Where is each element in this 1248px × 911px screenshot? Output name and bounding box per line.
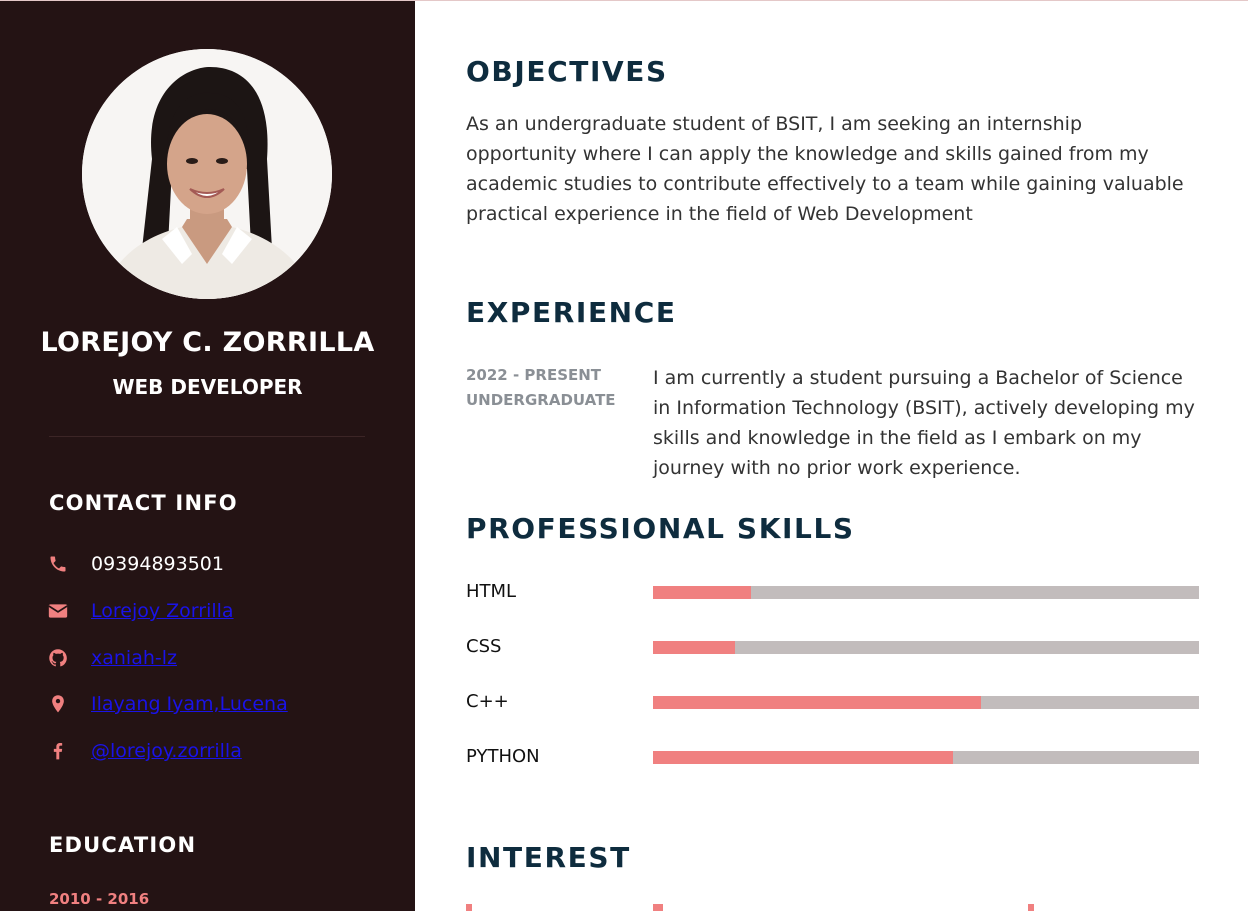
skill-row: HTML <box>466 581 1199 605</box>
interest-icon <box>466 904 472 911</box>
skill-name: PYTHON <box>466 746 540 767</box>
contact-item-github: xaniah-lz <box>46 645 177 671</box>
objectives-heading: OBJECTIVES <box>466 55 668 88</box>
education-year: 2010 - 2016 <box>49 890 150 908</box>
profile-photo <box>82 49 332 299</box>
profile-name: LOREJOY C. ZORRILLA <box>40 327 375 358</box>
skill-name: HTML <box>466 581 517 602</box>
skill-fill <box>653 751 954 764</box>
interest-icon <box>653 904 663 911</box>
contact-item-facebook: @lorejoy.zorrilla <box>46 738 242 764</box>
contact-item-phone: 09394893501 <box>46 551 224 577</box>
main-content: OBJECTIVES As an undergraduate student o… <box>415 1 1248 911</box>
skill-row: PYTHON <box>466 746 1199 770</box>
skill-bar <box>653 696 1199 709</box>
skill-bar <box>653 751 1199 764</box>
github-link[interactable]: xaniah-lz <box>91 647 177 669</box>
skill-fill <box>653 696 981 709</box>
interest-heading: INTEREST <box>466 841 631 874</box>
sidebar: LOREJOY C. ZORRILLA WEB DEVELOPER CONTAC… <box>0 1 415 911</box>
phone-number: 09394893501 <box>91 553 224 575</box>
skill-row: C++ <box>466 691 1199 715</box>
profile-title: WEB DEVELOPER <box>112 375 303 399</box>
skill-row: CSS <box>466 636 1199 660</box>
contact-item-email: Lorejoy Zorrilla <box>46 598 234 624</box>
skill-fill <box>653 586 752 599</box>
facebook-link[interactable]: @lorejoy.zorrilla <box>91 740 242 762</box>
sidebar-divider <box>49 436 365 437</box>
experience-role: UNDERGRADUATE <box>466 391 616 409</box>
skill-bar <box>653 641 1199 654</box>
experience-text: I am currently a student pursuing a Bach… <box>653 367 1195 479</box>
experience-heading: EXPERIENCE <box>466 296 677 329</box>
email-link[interactable]: Lorejoy Zorrilla <box>91 600 234 622</box>
contact-info-heading: CONTACT INFO <box>49 491 238 515</box>
skill-fill <box>653 641 735 654</box>
resume-page: LOREJOY C. ZORRILLA WEB DEVELOPER CONTAC… <box>0 0 1248 911</box>
facebook-icon <box>46 739 70 763</box>
skills-heading: PROFESSIONAL SKILLS <box>466 512 855 545</box>
skill-name: CSS <box>466 636 502 657</box>
skill-name: C++ <box>466 691 509 712</box>
skill-bar <box>653 586 1199 599</box>
experience-meta: 2022 - PRESENT UNDERGRADUATE <box>466 363 616 413</box>
phone-icon <box>46 552 70 576</box>
education-heading: EDUCATION <box>49 833 197 857</box>
contact-item-location: Ilayang Iyam,Lucena <box>46 691 288 717</box>
experience-period: 2022 - PRESENT <box>466 366 602 384</box>
envelope-icon <box>46 599 70 623</box>
github-icon <box>46 646 70 670</box>
profile-photo-illustration <box>82 49 332 299</box>
objectives-text: As an undergraduate student of BSIT, I a… <box>466 113 1184 225</box>
location-link[interactable]: Ilayang Iyam,Lucena <box>91 693 288 715</box>
interest-icon <box>1028 904 1034 911</box>
map-pin-icon <box>46 692 70 716</box>
